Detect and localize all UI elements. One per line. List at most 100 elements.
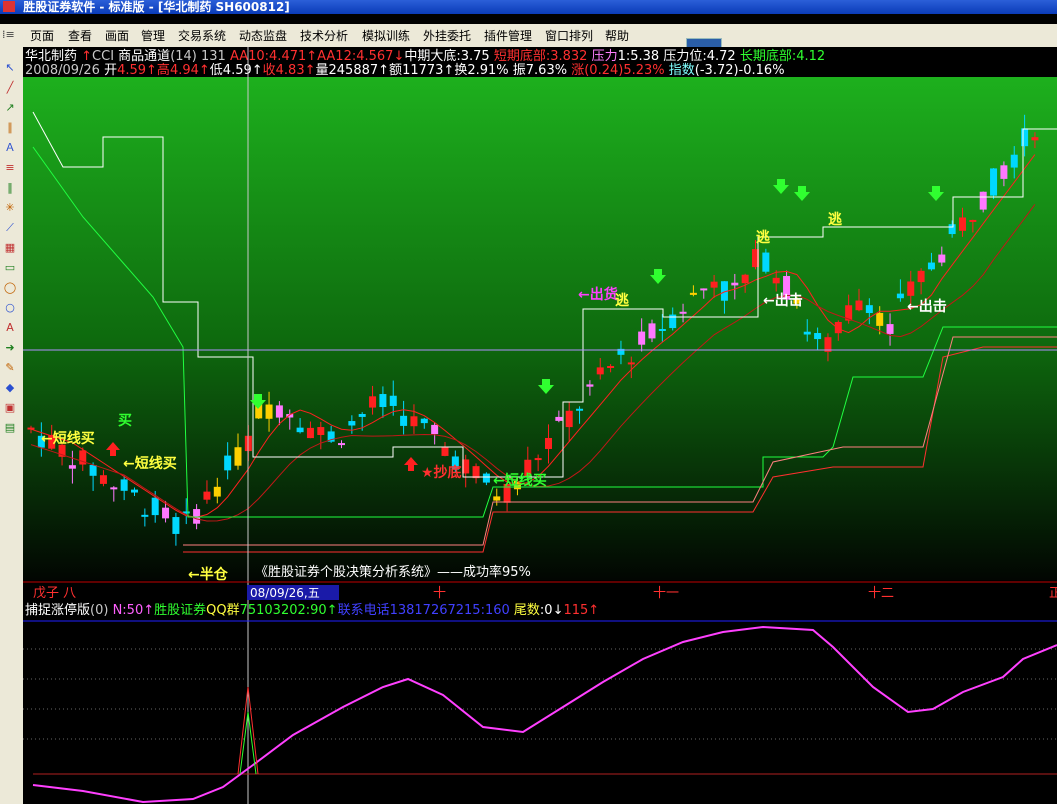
candle-body — [1031, 137, 1039, 141]
info-row-1-seg-5: 131 — [201, 49, 230, 64]
label-half-position: ←半仓 — [188, 566, 229, 583]
menu-item-11[interactable]: 窗口排列 — [545, 28, 593, 44]
menu-item-8[interactable]: 模拟训练 — [362, 28, 410, 44]
info-row-2-seg-14: 2.91% — [467, 63, 512, 78]
indicator-seg-7: 13817267215:160 — [390, 603, 514, 618]
stock-chart[interactable]: 华北制药 ↑CCI 商品通道(14) 131 AA10:4.471↑AA12:4… — [23, 47, 1057, 804]
indicator-seg-9: :0↓ — [540, 603, 564, 618]
info-row-2-seg-4: 4.94↑ — [170, 63, 210, 78]
candle-body — [317, 427, 325, 435]
text-icon[interactable]: Ａ — [2, 141, 18, 155]
rect-icon[interactable]: ▭ — [2, 261, 18, 275]
candle-body — [700, 288, 708, 291]
info-row-1-seg-9: :3.75 — [456, 49, 493, 64]
candle-body — [948, 224, 956, 235]
candle-body — [876, 312, 884, 326]
candle-body — [410, 416, 418, 427]
candle-body — [369, 396, 377, 408]
eraser-icon[interactable]: ✎ — [2, 361, 18, 375]
candle-body — [213, 486, 221, 497]
indicator-seg-6: 联系电话 — [338, 603, 390, 618]
candle-body — [431, 424, 439, 435]
indicator-seg-3: 胜股证券 — [154, 602, 206, 618]
time-axis-label: 十一 — [653, 586, 679, 601]
fib-icon[interactable]: ‖ — [2, 181, 18, 195]
info-row-2-seg-18: (0.24) — [584, 63, 623, 78]
label-escape-2: 逃 — [756, 229, 770, 246]
candle-body — [379, 394, 387, 408]
candle-body — [990, 168, 998, 196]
print-icon[interactable]: ▤ — [2, 421, 18, 435]
candle-body — [265, 404, 273, 419]
candle-body — [731, 282, 739, 286]
parallel-icon[interactable]: ∥ — [2, 121, 18, 135]
indicator-seg-4: QQ群 — [206, 603, 239, 618]
candle-body — [472, 466, 480, 479]
info-row-2-seg-9: 量 — [316, 63, 329, 78]
candle-body — [638, 331, 646, 345]
label-strike-2: ←出击 — [907, 298, 947, 315]
menu-item-7[interactable]: 技术分析 — [300, 28, 348, 44]
candle-body — [865, 305, 873, 313]
cursor-date: 08/09/26,五 — [250, 586, 320, 600]
app-icon — [3, 1, 15, 12]
candle-body — [907, 281, 915, 296]
system-slogan: 《胜股证券个股决策分析系统》——成功率95% — [255, 564, 531, 580]
ellipse-icon[interactable]: ◯ — [2, 281, 18, 295]
indicator-seg-2: N:50↑ — [113, 603, 155, 618]
candle-body — [493, 496, 501, 501]
candle-body — [400, 415, 408, 426]
circle-icon[interactable]: ○ — [2, 301, 18, 315]
save-icon[interactable]: ▣ — [2, 401, 18, 415]
info-row-1-seg-2: CCI — [92, 49, 118, 64]
menu-item-3[interactable]: 画面 — [105, 28, 129, 44]
line-icon[interactable]: ╱ — [2, 81, 18, 95]
candle-body — [565, 410, 573, 428]
candle-body — [545, 437, 552, 449]
menu-item-12[interactable]: 帮助 — [605, 28, 629, 44]
candle-body — [120, 479, 128, 491]
indicator-seg-8: 尾数 — [514, 603, 540, 618]
menu-item-4[interactable]: 管理 — [141, 28, 165, 44]
candle-body — [1000, 165, 1008, 179]
info-row-1-seg-17: :4.12 — [792, 49, 825, 64]
grid-icon[interactable]: ▦ — [2, 241, 18, 255]
candle-body — [420, 418, 428, 424]
candle-body — [855, 300, 863, 311]
info-row-2-seg-6: 4.59↑ — [223, 63, 263, 78]
candle-body — [917, 270, 925, 283]
indicator-seg-0: 捕捉涨停版 — [25, 602, 90, 618]
candle-body — [741, 274, 749, 284]
label-escape-1: 逃 — [615, 292, 629, 309]
label-short-buy-3: ←短线买 — [493, 472, 547, 489]
menu-item-5[interactable]: 交易系统 — [178, 28, 226, 44]
menu-item-10[interactable]: 插件管理 — [484, 28, 532, 44]
candle-body — [68, 465, 76, 469]
info-row-1-seg-3: 商品通道 — [118, 49, 170, 64]
menu-item-6[interactable]: 动态监盘 — [239, 28, 287, 44]
fan-icon[interactable]: ⟋ — [2, 221, 18, 235]
info-row-1-seg-14: 压力位 — [663, 49, 702, 64]
menu-item-2[interactable]: 查看 — [68, 28, 92, 44]
menu-item-1[interactable]: 页面 — [30, 28, 54, 44]
label-escape-3: 逃 — [828, 211, 842, 228]
candle-body — [389, 395, 397, 406]
info-row-1-seg-10: 短期底部 — [494, 48, 546, 64]
indicator-seg-5: 75103202:90↑ — [240, 603, 338, 618]
candle-body — [306, 427, 314, 439]
info-row-2: 2008/09/26 开4.59↑高4.94↑低4.59↑收4.83↑量2458… — [25, 62, 785, 78]
arrow-icon[interactable]: ➜ — [2, 341, 18, 355]
label-strike-1: ←出击 — [763, 292, 803, 309]
ray-icon[interactable]: ↗ — [2, 101, 18, 115]
candle-body — [203, 491, 211, 500]
time-axis-label: 正 — [1049, 586, 1057, 601]
cursor-icon[interactable]: ↖ — [2, 61, 18, 75]
menu-item-9[interactable]: 外挂委托 — [423, 28, 471, 44]
candle-body — [234, 447, 242, 466]
candle-body — [627, 362, 635, 365]
window-title: 胜股证券软件 - 标准版 - [华北制药 SH600812] — [23, 0, 290, 14]
color-icon[interactable]: ◆ — [2, 381, 18, 395]
gann-icon[interactable]: ✳ — [2, 201, 18, 215]
label-icon[interactable]: A — [2, 321, 18, 335]
channel-icon[interactable]: ≡ — [2, 161, 18, 175]
